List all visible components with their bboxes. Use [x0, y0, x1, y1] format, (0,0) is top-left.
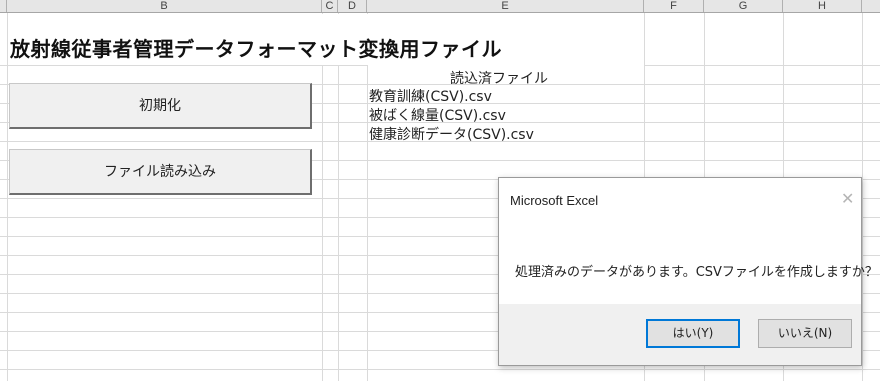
yes-button[interactable]: はい(Y) [646, 319, 740, 348]
loaded-file-item[interactable]: 健康診断データ(CSV).csv [369, 124, 534, 144]
column-header-c[interactable]: C [322, 0, 338, 12]
column-header-d[interactable]: D [338, 0, 367, 12]
merged-cell-cover [368, 63, 644, 67]
close-icon[interactable]: ✕ [841, 189, 854, 208]
load-files-button[interactable]: ファイル読み込み [9, 149, 312, 195]
column-header-h[interactable]: H [783, 0, 862, 12]
no-button[interactable]: いいえ(N) [758, 319, 852, 348]
spreadsheet: B C D E F G H 放射線従事者管理データフォーマット変換用ファイル 読… [0, 0, 880, 381]
gridline [367, 13, 368, 381]
column-header-i-edge[interactable] [862, 0, 880, 12]
column-header-g[interactable]: G [704, 0, 783, 12]
column-header-f[interactable]: F [644, 0, 704, 12]
gridline [862, 13, 863, 381]
loaded-file-item[interactable]: 被ばく線量(CSV).csv [369, 105, 506, 125]
initialize-button[interactable]: 初期化 [9, 83, 312, 129]
gridline [7, 13, 8, 381]
column-header-b[interactable]: B [7, 0, 322, 12]
confirm-dialog: Microsoft Excel ✕ 処理済みのデータがあります。CSVファイルを… [498, 177, 878, 366]
sheet-title: 放射線従事者管理データフォーマット変換用ファイル [10, 37, 502, 61]
column-header-a-edge[interactable] [0, 0, 7, 12]
column-header-bar: B C D E F G H [0, 0, 880, 13]
gridline [338, 13, 339, 381]
dialog-title: Microsoft Excel [510, 193, 599, 208]
gridline [0, 369, 880, 370]
loaded-files-header: 読込済ファイル [450, 71, 548, 87]
column-header-e[interactable]: E [367, 0, 644, 12]
gridline [322, 13, 323, 381]
dialog-message: 処理済みのデータがあります。CSVファイルを作成しますか？ [515, 265, 878, 280]
loaded-file-item[interactable]: 教育訓練(CSV).csv [369, 86, 492, 106]
